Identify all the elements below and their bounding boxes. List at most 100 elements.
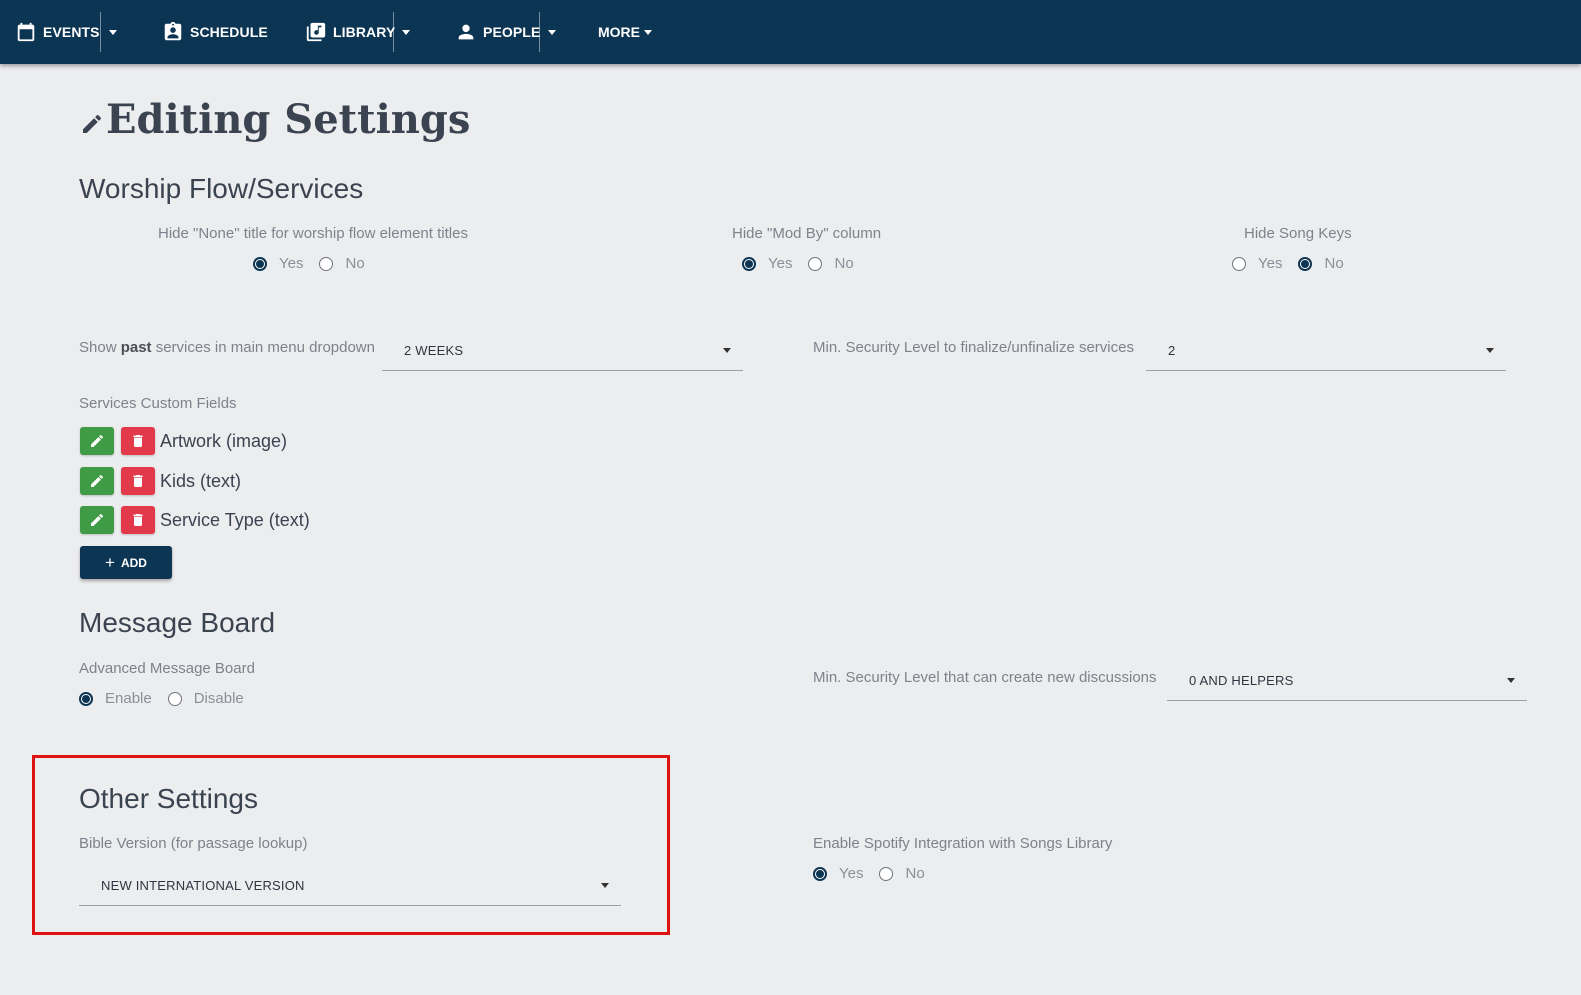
message-board-heading: Message Board bbox=[79, 607, 276, 638]
nav-schedule[interactable]: SCHEDULE bbox=[162, 0, 268, 64]
list-item: Artwork (image) bbox=[80, 426, 287, 456]
delete-field-button[interactable] bbox=[121, 427, 155, 455]
nav-people-dropdown[interactable] bbox=[543, 0, 561, 64]
hide-modby-yes[interactable]: Yes bbox=[742, 255, 792, 272]
nav-more[interactable]: MORE bbox=[598, 0, 652, 64]
discussion-level-label: Min. Security Level that can create new … bbox=[813, 669, 1157, 686]
edit-field-button[interactable] bbox=[80, 506, 114, 534]
list-item: Service Type (text) bbox=[80, 505, 310, 535]
other-settings-heading: Other Settings bbox=[79, 783, 258, 814]
chevron-down-icon bbox=[1486, 348, 1494, 353]
radio-label: Yes bbox=[1258, 255, 1283, 272]
chevron-down-icon bbox=[109, 29, 117, 35]
top-navbar: EVENTS SCHEDULE LIBRARY PEOPLE MORE bbox=[0, 0, 1581, 64]
calendar-icon bbox=[17, 22, 35, 42]
chevron-down-icon bbox=[402, 29, 410, 35]
radio-label: Enable bbox=[105, 690, 152, 707]
past-services-select[interactable]: 2 WEEKS bbox=[382, 331, 743, 371]
hide-keys-no[interactable]: No bbox=[1298, 255, 1344, 272]
radio-checked bbox=[253, 256, 267, 271]
chevron-down-icon bbox=[1507, 678, 1515, 683]
radio-checked bbox=[742, 256, 756, 271]
discussion-level-value: 0 AND HELPERS bbox=[1189, 673, 1294, 688]
list-item: Kids (text) bbox=[80, 466, 241, 496]
radio-label: No bbox=[834, 255, 854, 272]
hide-modby-radio-group: Yes No bbox=[742, 255, 870, 272]
hide-none-yes[interactable]: Yes bbox=[253, 255, 303, 272]
finalize-value: 2 bbox=[1168, 343, 1176, 358]
radio-label: Disable bbox=[193, 690, 244, 707]
discussion-level-select[interactable]: 0 AND HELPERS bbox=[1167, 661, 1527, 701]
hide-keys-label: Hide Song Keys bbox=[1244, 225, 1352, 242]
nav-people[interactable]: PEOPLE bbox=[455, 0, 540, 64]
past-services-label: Show past services in main menu dropdown bbox=[79, 339, 375, 356]
radio-unchecked bbox=[319, 256, 334, 271]
advanced-board-enable[interactable]: Enable bbox=[79, 690, 152, 707]
hide-modby-no[interactable]: No bbox=[808, 255, 854, 272]
nav-more-label: MORE bbox=[598, 24, 640, 40]
nav-events-dropdown[interactable] bbox=[104, 0, 122, 64]
radio-unchecked bbox=[167, 691, 182, 706]
radio-label: Yes bbox=[839, 865, 864, 882]
radio-unchecked bbox=[1232, 256, 1246, 271]
trash-icon bbox=[133, 435, 143, 447]
bible-version-label: Bible Version (for passage lookup) bbox=[79, 835, 308, 852]
nav-library-label: LIBRARY bbox=[333, 24, 396, 40]
radio-unchecked bbox=[808, 256, 823, 271]
nav-divider bbox=[100, 12, 101, 52]
delete-field-button[interactable] bbox=[121, 467, 155, 495]
hide-none-label: Hide "None" title for worship flow eleme… bbox=[158, 225, 468, 242]
label-part: services in main menu dropdown bbox=[151, 339, 375, 356]
label-part: Show bbox=[79, 339, 121, 356]
advanced-board-disable[interactable]: Disable bbox=[167, 690, 244, 707]
nav-schedule-label: SCHEDULE bbox=[190, 24, 268, 40]
radio-checked bbox=[79, 691, 93, 706]
hide-keys-yes[interactable]: Yes bbox=[1232, 255, 1282, 272]
field-name: Service Type (text) bbox=[160, 509, 310, 530]
radio-label: No bbox=[345, 255, 365, 272]
edit-field-button[interactable] bbox=[80, 467, 114, 495]
field-name: Artwork (image) bbox=[160, 430, 288, 451]
field-name: Kids (text) bbox=[160, 470, 242, 491]
nav-library[interactable]: LIBRARY bbox=[305, 0, 395, 64]
spotify-no[interactable]: No bbox=[879, 865, 925, 882]
past-services-value: 2 WEEKS bbox=[404, 343, 464, 358]
radio-checked bbox=[1298, 256, 1313, 271]
person-icon bbox=[458, 24, 474, 40]
advanced-board-label: Advanced Message Board bbox=[79, 660, 255, 677]
radio-label: No bbox=[905, 865, 925, 882]
label-bold-part: past bbox=[120, 339, 152, 356]
edit-field-button[interactable] bbox=[80, 427, 114, 455]
spotify-label: Enable Spotify Integration with Songs Li… bbox=[813, 835, 1113, 852]
music-library-icon bbox=[306, 22, 326, 42]
spotify-yes[interactable]: Yes bbox=[813, 865, 863, 882]
spotify-radio-group: Yes No bbox=[813, 865, 941, 882]
radio-label: Yes bbox=[279, 255, 304, 272]
nav-events[interactable]: EVENTS bbox=[15, 0, 100, 64]
radio-label: No bbox=[1324, 255, 1344, 272]
radio-unchecked bbox=[879, 866, 894, 881]
chevron-down-icon bbox=[601, 883, 609, 888]
delete-field-button[interactable] bbox=[121, 506, 155, 534]
nav-events-label: EVENTS bbox=[43, 24, 100, 40]
radio-label: Yes bbox=[768, 255, 793, 272]
worship-heading: Worship Flow/Services bbox=[79, 173, 364, 204]
add-button-label: ADD bbox=[120, 555, 147, 570]
chevron-down-icon bbox=[548, 29, 556, 35]
hide-none-no[interactable]: No bbox=[319, 255, 365, 272]
bible-version-select[interactable]: NEW INTERNATIONAL VERSION bbox=[79, 866, 621, 906]
hide-modby-label: Hide "Mod By" column bbox=[732, 225, 882, 242]
finalize-select[interactable]: 2 bbox=[1146, 331, 1506, 371]
nav-library-dropdown[interactable] bbox=[397, 0, 415, 64]
contact-card-icon bbox=[164, 21, 182, 41]
hide-keys-radio-group: Yes No bbox=[1232, 255, 1360, 272]
bible-version-value: NEW INTERNATIONAL VERSION bbox=[101, 878, 305, 893]
plus-icon: + bbox=[105, 553, 115, 572]
pencil-icon bbox=[83, 114, 102, 133]
add-field-button[interactable]: + ADD bbox=[80, 546, 172, 579]
page-title-text: Editing Settings bbox=[106, 96, 471, 143]
page-title: Editing Settings bbox=[80, 96, 470, 143]
trash-icon bbox=[133, 514, 143, 526]
chevron-down-icon bbox=[644, 29, 652, 35]
nav-divider bbox=[393, 12, 394, 52]
